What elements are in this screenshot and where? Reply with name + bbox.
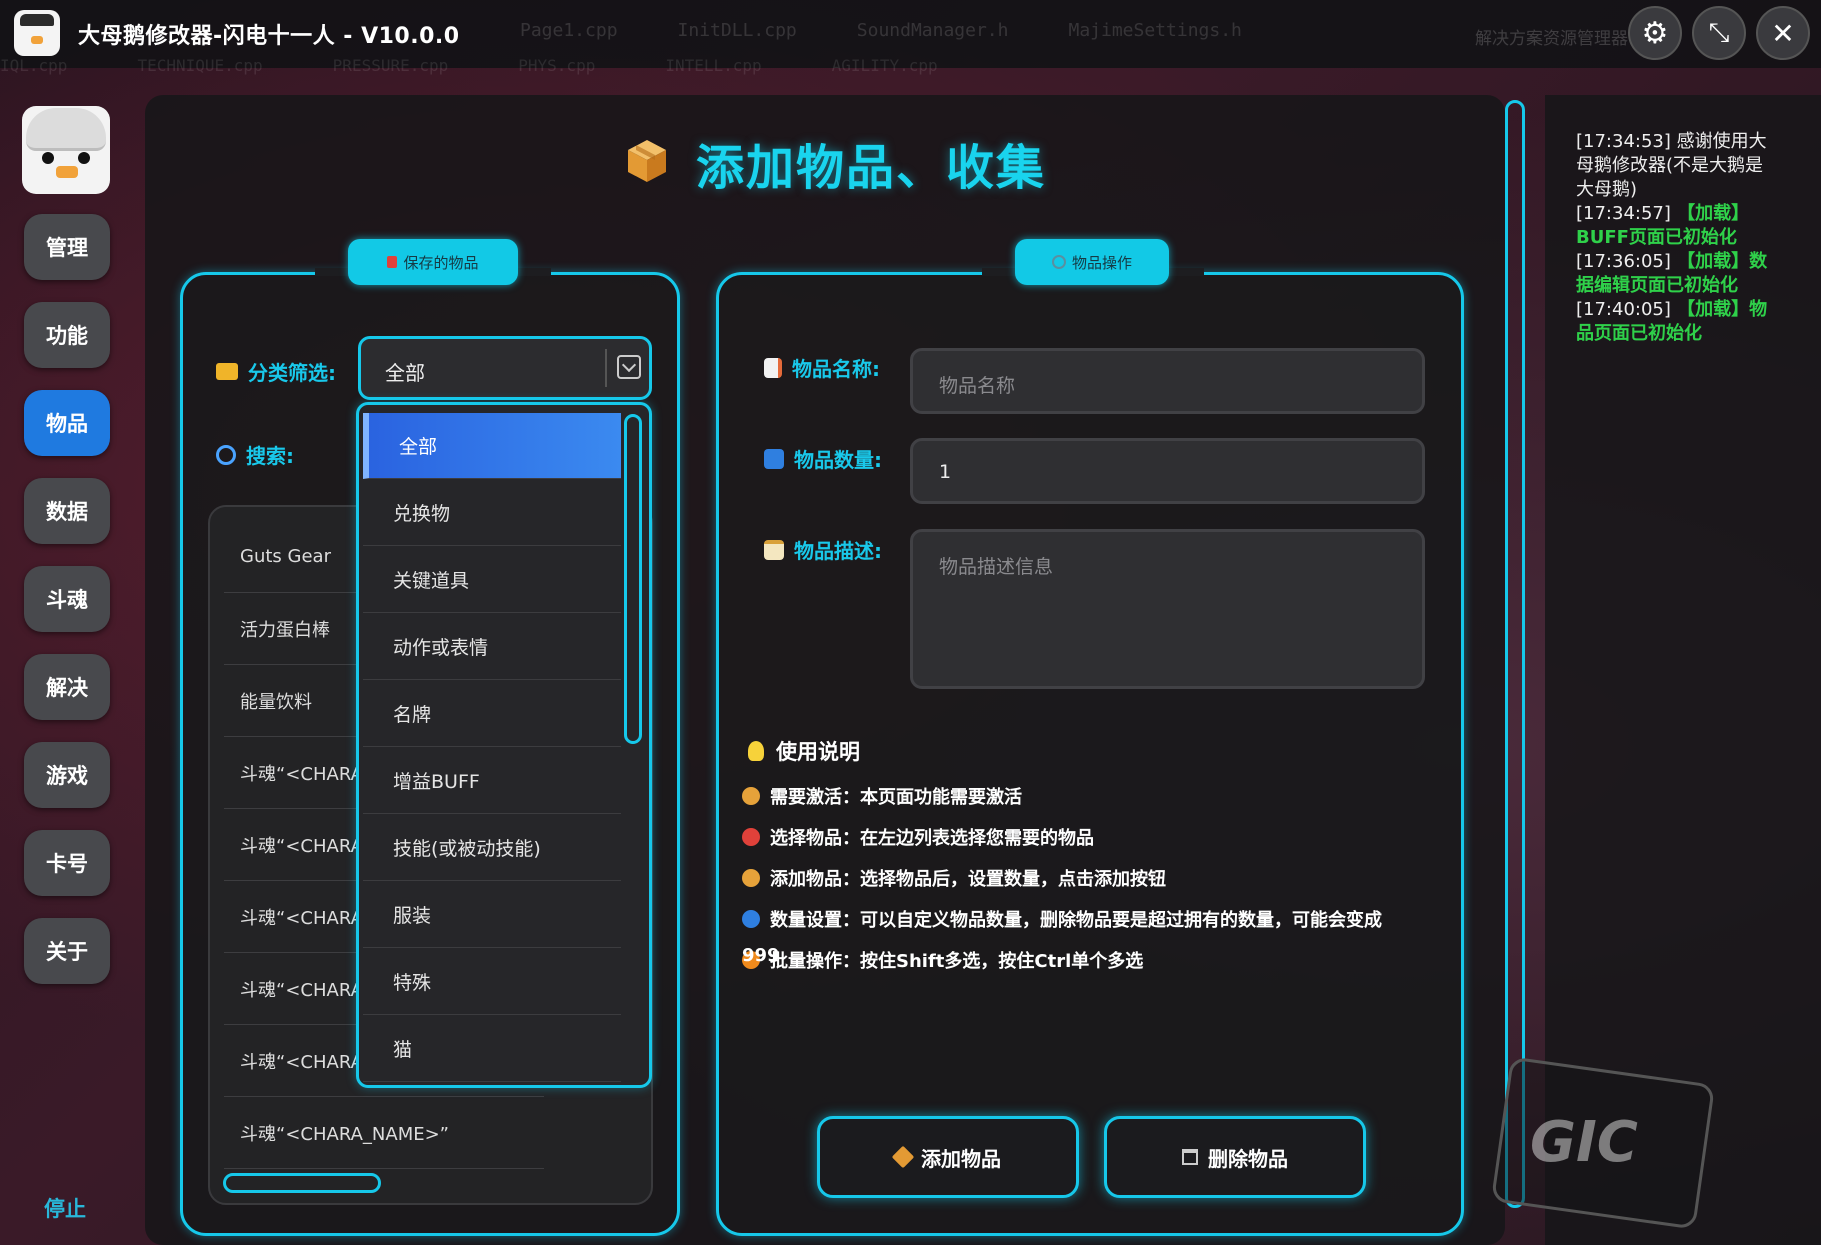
log-entry: [17:34:53] 感谢使用大母鹅修改器(不是大鹅是大母鹅): [1576, 131, 1767, 200]
background-tab: PHYS.cpp: [518, 56, 596, 75]
folder-icon: [216, 363, 238, 380]
dropdown-option[interactable]: 名牌: [363, 681, 621, 747]
background-tab: PRESSURE.cpp: [332, 56, 449, 75]
help-continuation: 999: [742, 945, 780, 966]
sidebar-item[interactable]: 物品: [24, 390, 110, 456]
memo-icon: [764, 357, 782, 378]
numbers-icon: [742, 910, 760, 928]
gear-icon: [1051, 255, 1066, 269]
settings-button[interactable]: ⚙: [1628, 6, 1682, 60]
dropdown-option[interactable]: 技能(或被动技能): [363, 815, 621, 881]
sidebar-item[interactable]: 解决: [24, 654, 110, 720]
background-tab: TECHNIQUE.cpp: [137, 56, 263, 75]
background-tabs: Page1.cpp InitDLL.cpp SoundManager.h Majime…: [520, 20, 1302, 41]
shrink-arrows-icon: ⤡: [1708, 17, 1730, 48]
lock-icon: [387, 256, 398, 268]
background-sign-text: GIC: [1530, 1110, 1638, 1175]
background-tab: AGILITY.cpp: [831, 56, 938, 75]
sidebar-item[interactable]: 数据: [24, 478, 110, 544]
help-line: 数量设置：可以自定义物品数量，删除物品要是超过拥有的数量，可能会变成: [742, 906, 1382, 932]
item-name-input[interactable]: 物品名称: [910, 348, 1425, 414]
sidebar-item[interactable]: 管理: [24, 214, 110, 280]
delete-item-button[interactable]: 删除物品: [1104, 1116, 1366, 1198]
horizontal-scrollbar[interactable]: [223, 1173, 381, 1193]
status-label[interactable]: 停止: [44, 1193, 86, 1223]
filter-label: 分类筛选:: [216, 357, 336, 386]
background-tab: InitDLL.cpp: [677, 20, 797, 41]
search-label: 搜索:: [216, 440, 294, 469]
item-ops-title: 物品操作: [1015, 239, 1169, 285]
package-icon: [891, 1145, 915, 1169]
help-line: 添加物品：选择物品后，设置数量，点击添加按钮: [742, 865, 1166, 891]
background-tab: Page1.cpp: [520, 20, 618, 41]
help-line: 需要激活：本页面功能需要激活: [742, 783, 1022, 809]
lightbulb-icon: [748, 741, 764, 761]
dropdown-option[interactable]: 增益BUFF: [363, 748, 621, 814]
item-qty-input[interactable]: 1: [910, 438, 1425, 504]
item-desc-label: 物品描述:: [764, 535, 882, 564]
dropdown-option[interactable]: 猫: [363, 1016, 621, 1082]
close-button[interactable]: ✕: [1756, 6, 1810, 60]
sidebar-item[interactable]: 游戏: [24, 742, 110, 808]
sidebar-item[interactable]: 卡号: [24, 830, 110, 896]
close-icon: ✕: [1771, 16, 1795, 50]
log-entry: [17:40:05] 【加载】物品页面已初始化: [1576, 299, 1768, 344]
dropdown-option[interactable]: 全部: [363, 413, 621, 479]
dropdown-option[interactable]: 关键道具: [363, 547, 621, 613]
package-icon: [742, 869, 760, 887]
background-tab: MajimeSettings.h: [1068, 20, 1242, 41]
search-icon: [216, 444, 236, 465]
add-item-button[interactable]: 添加物品: [817, 1116, 1079, 1198]
background-tab: IQL.cpp: [0, 56, 68, 75]
numbers-icon: [764, 448, 784, 469]
background-tab: INTELL.cpp: [665, 56, 762, 75]
avatar: [22, 106, 110, 194]
target-icon: [742, 828, 760, 846]
item-name-label: 物品名称:: [764, 353, 880, 382]
log-entry: [17:34:57] 【加载】BUFF页面已初始化: [1576, 203, 1750, 248]
dropdown-option[interactable]: 特殊: [363, 949, 621, 1015]
dropdown-option[interactable]: 服装: [363, 882, 621, 948]
page-title: 添加物品、收集: [696, 140, 1047, 196]
log-entry: [17:36:05] 【加载】数据编辑页面已初始化: [1576, 251, 1768, 296]
item-qty-label: 物品数量:: [764, 444, 882, 473]
chevron-down-icon[interactable]: [617, 355, 641, 379]
restore-button[interactable]: ⤡: [1692, 6, 1746, 60]
money-bag-icon: [742, 787, 760, 805]
app-title: 大母鹅修改器-闪电十一人 - V10.0.0: [78, 24, 460, 49]
help-title: 使用说明: [748, 736, 860, 766]
main-vertical-scrollbar[interactable]: [1505, 100, 1525, 1208]
background-panel-title: 解决方案资源管理器: [1475, 29, 1628, 49]
sidebar-item[interactable]: 关于: [24, 918, 110, 984]
dropdown-scrollbar[interactable]: [624, 414, 642, 744]
background-tab: SoundManager.h: [856, 20, 1009, 41]
gear-icon: ⚙: [1641, 15, 1669, 51]
list-item[interactable]: 斗魂“<CHARA_NAME>”: [224, 1097, 544, 1169]
item-desc-textarea[interactable]: 物品描述信息: [910, 529, 1425, 689]
sidebar-item[interactable]: 斗魂: [24, 566, 110, 632]
select-value: 全部: [385, 361, 425, 385]
category-dropdown[interactable]: 全部 兑换物 关键道具 动作或表情 名牌 增益BUFF 技能(或被动技能) 服装 特殊猫: [356, 402, 652, 1088]
dropdown-option[interactable]: 动作或表情: [363, 614, 621, 680]
help-line: 批量操作：按住Shift多选，按住Ctrl单个多选: [742, 947, 1143, 973]
sidebar-item[interactable]: 功能: [24, 302, 110, 368]
app-logo-icon: [14, 10, 60, 56]
package-icon: [628, 140, 666, 182]
trash-icon: [1182, 1149, 1198, 1165]
background-tabs-secondary: IQL.cpp TECHNIQUE.cpp PRESSURE.cpp PHYS.cpp…: [0, 56, 1008, 75]
dropdown-option[interactable]: 兑换物: [363, 480, 621, 546]
help-line: 选择物品：在左边列表选择您需要的物品: [742, 824, 1094, 850]
category-filter-select[interactable]: 全部: [358, 336, 652, 400]
saved-items-title: 保存的物品: [348, 239, 518, 285]
clipboard-icon: [764, 539, 784, 560]
log-output: [17:34:53] 感谢使用大母鹅修改器(不是大鹅是大母鹅) [17:34:57…: [1576, 130, 1776, 346]
